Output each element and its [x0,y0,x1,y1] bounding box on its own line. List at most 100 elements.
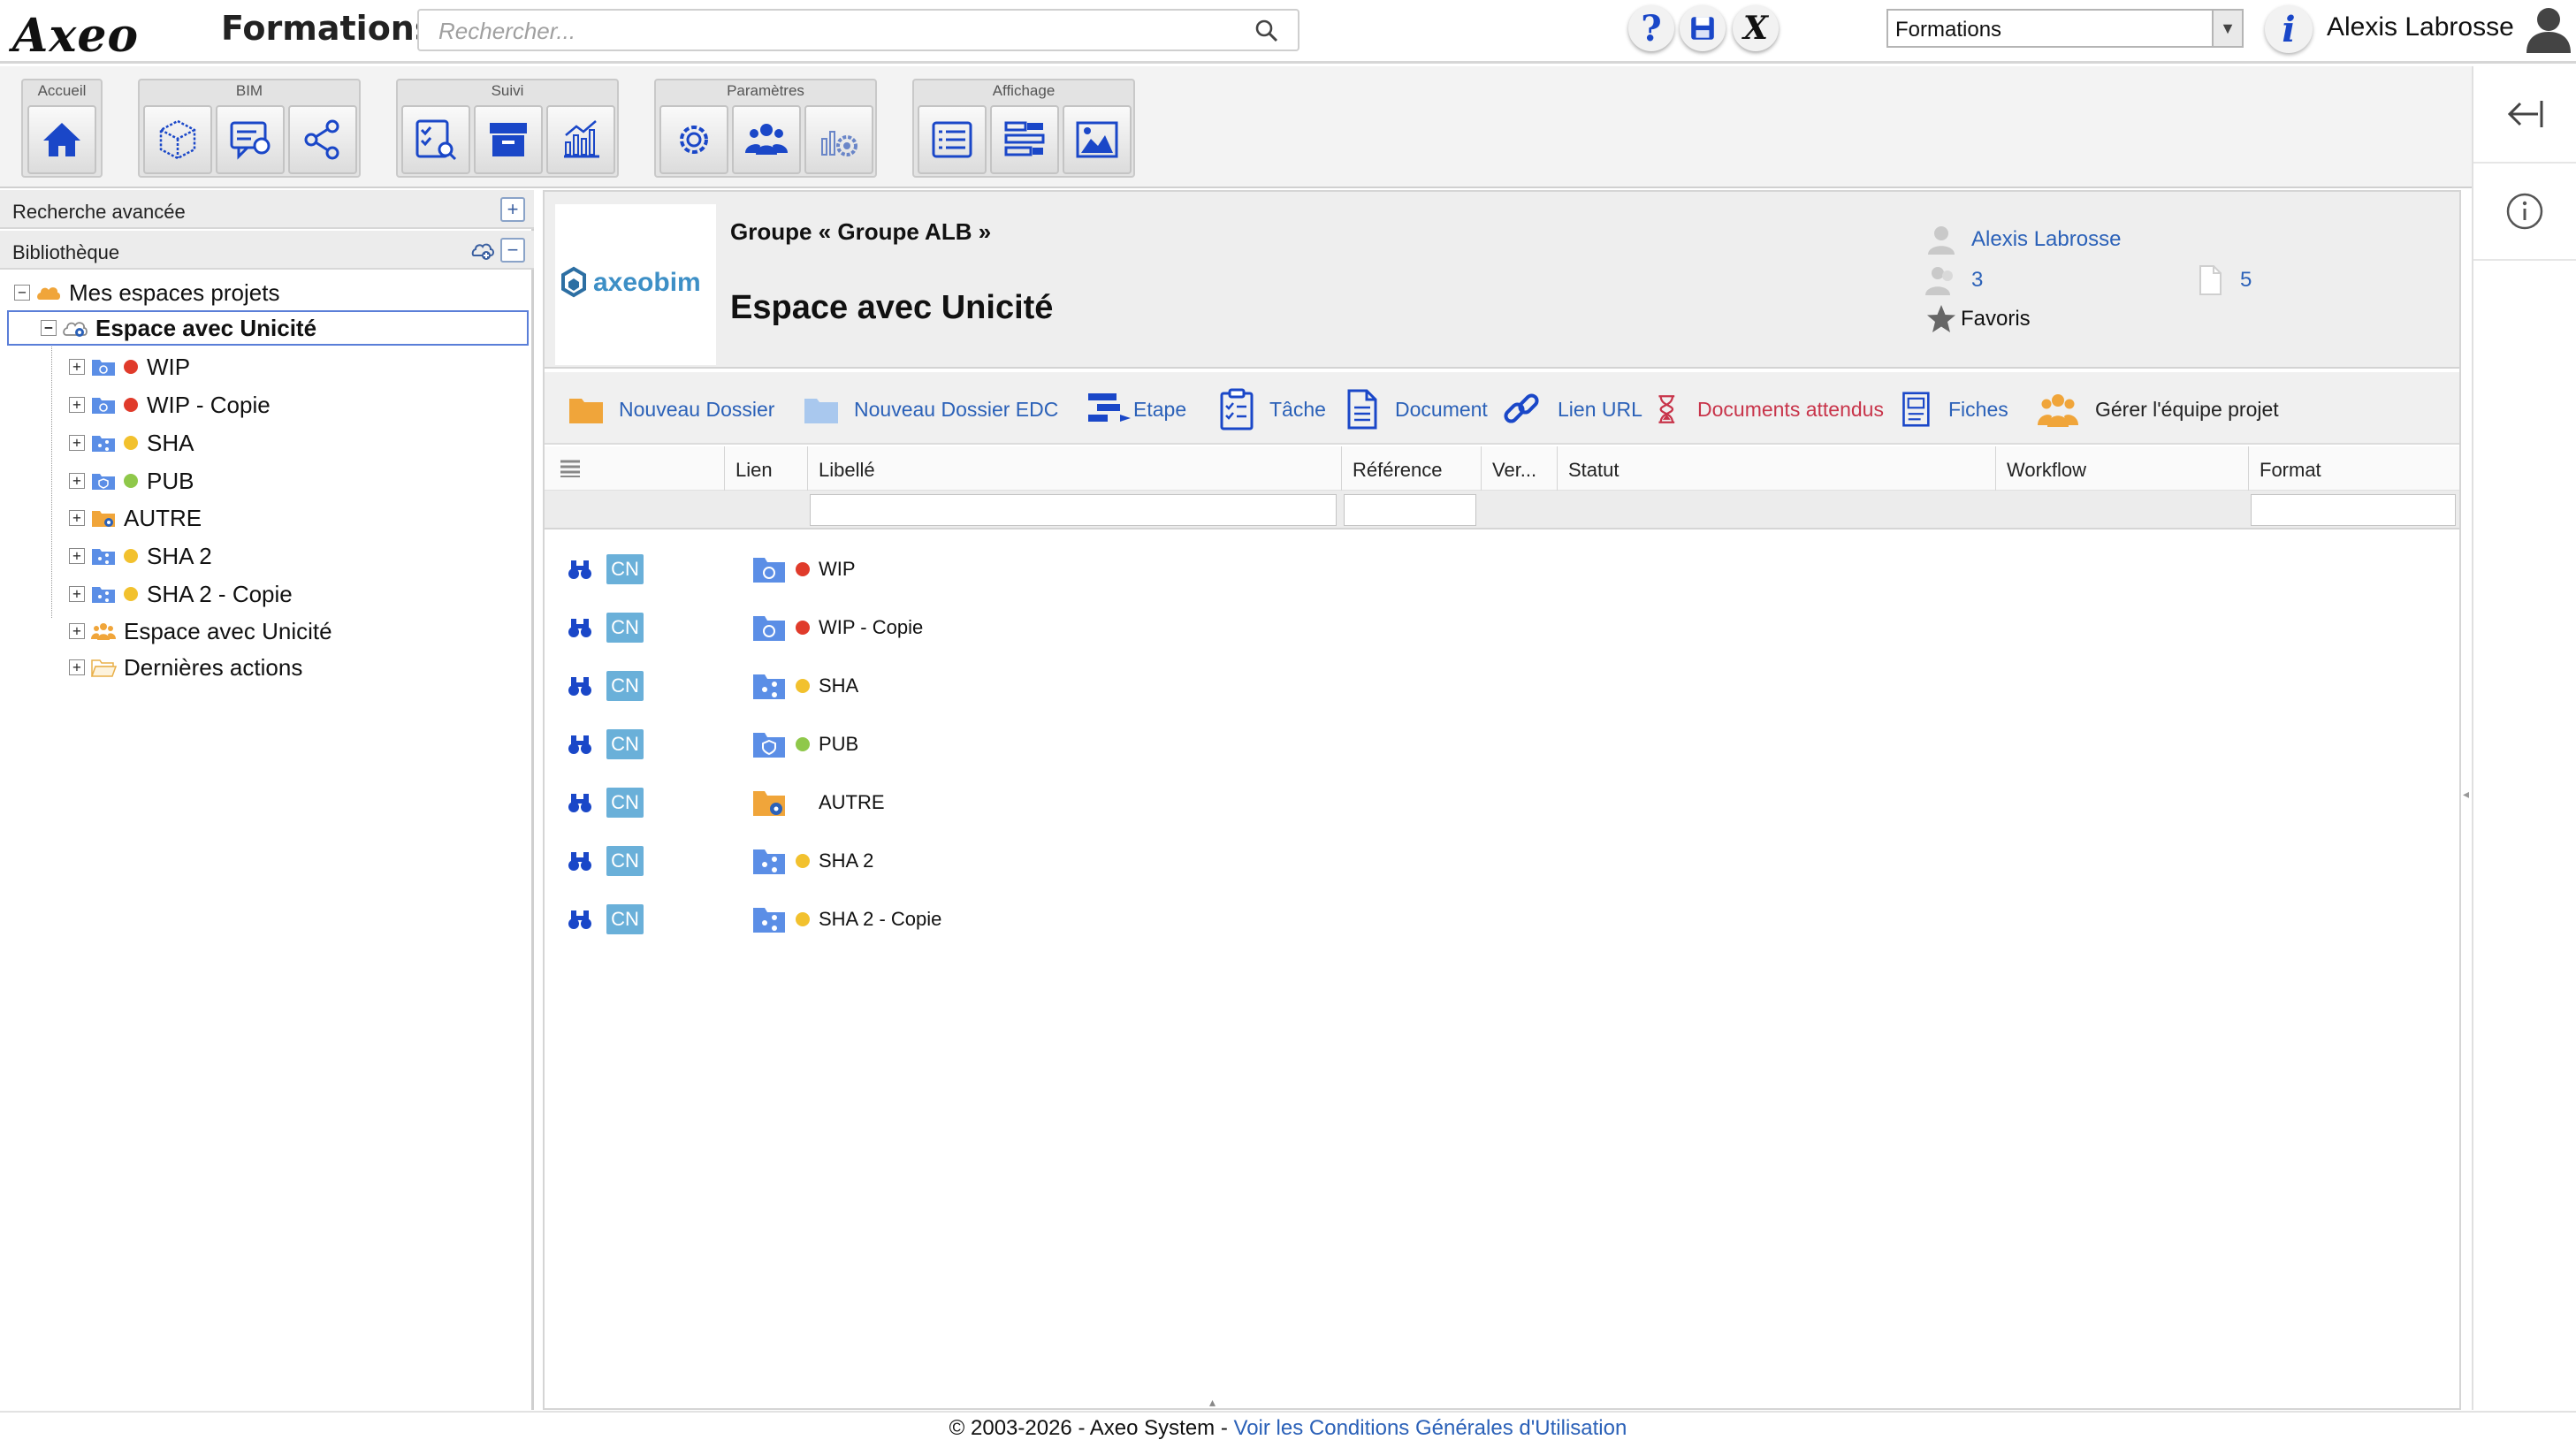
tree-item-sha2[interactable]: + SHA 2 [69,538,212,574]
table-row[interactable]: CN PUB [545,715,2459,773]
terms-link[interactable]: Voir les Conditions Générales d'Utilisat… [1234,1416,1627,1440]
cn-badge[interactable]: CN [606,846,644,876]
save-icon[interactable] [1680,5,1726,51]
user-avatar-icon[interactable] [2525,4,2572,55]
collapse-minus-icon[interactable]: − [500,238,525,263]
space-owner[interactable]: Alexis Labrosse [1925,224,2121,255]
cn-badge[interactable]: CN [606,904,644,934]
column-header-format[interactable]: Format [2249,446,2459,491]
search-icon[interactable] [1255,19,1278,42]
column-header-workflow[interactable]: Workflow [1996,446,2249,491]
users-button[interactable] [732,105,801,174]
expand-toggle[interactable]: + [69,586,85,602]
search-input[interactable] [438,16,1234,46]
tree-item-autre[interactable]: + AUTRE [69,500,202,536]
info-icon[interactable]: i [2265,5,2313,53]
column-header-reference[interactable]: Référence [1342,446,1482,491]
home-button[interactable] [27,105,96,174]
statistics-button[interactable] [546,105,615,174]
collapse-toggle[interactable]: − [14,285,30,301]
bim-model-button[interactable] [143,105,212,174]
advanced-search-header[interactable]: Recherche avancée + [0,190,534,229]
task-search-button[interactable] [401,105,470,174]
image-view-button[interactable] [1063,105,1132,174]
tree-root[interactable]: − Mes espaces projets [14,275,279,310]
tree-item-pub[interactable]: + PUB [69,463,194,499]
column-header-status[interactable]: Statut [1558,446,1996,491]
details-button[interactable] [2473,164,2576,261]
expand-toggle[interactable]: + [69,623,85,639]
footer-splitter-handle[interactable]: ▴ [1209,1395,1216,1410]
members-count[interactable]: 3 [1925,264,1983,296]
table-row[interactable]: CN SHA [545,657,2459,715]
cn-badge[interactable]: CN [606,613,644,643]
format-filter-input[interactable] [2251,494,2456,526]
help-icon[interactable]: ? [1628,5,1674,51]
axeo-icon[interactable]: X [1733,5,1779,51]
table-row[interactable]: CN SHA 2 - Copie [545,890,2459,948]
collapse-panel-button[interactable] [2473,66,2576,164]
bim-share-button[interactable] [288,105,357,174]
list-view-button[interactable] [918,105,987,174]
binoculars-icon[interactable] [568,791,592,814]
binoculars-icon[interactable] [568,558,592,581]
column-header-link[interactable]: Lien [725,446,808,491]
panel-splitter-handle[interactable]: ◂ [2463,787,2470,813]
favorites-toggle[interactable]: Favoris [1925,303,2031,335]
binoculars-icon[interactable] [568,908,592,931]
documents-count[interactable]: 5 [2194,264,2252,296]
table-row[interactable]: CN AUTRE [545,773,2459,832]
reference-filter-input[interactable] [1344,494,1476,526]
cn-badge[interactable]: CN [606,788,644,818]
expand-toggle[interactable]: + [69,659,85,675]
settings-button[interactable] [659,105,728,174]
form-view-button[interactable] [990,105,1059,174]
tree-item-recent-actions[interactable]: + Dernières actions [69,650,302,685]
expand-toggle[interactable]: + [69,548,85,564]
binoculars-icon[interactable] [568,616,592,639]
url-link-button[interactable]: Lien URL [1498,388,1642,430]
expand-toggle[interactable]: + [69,397,85,413]
cn-badge[interactable]: CN [606,729,644,759]
tree-item-wip[interactable]: + WIP [69,349,190,385]
sheets-button[interactable]: Fiches [1901,388,2008,430]
tree-item-space[interactable]: − Espace avec Unicité [7,310,529,346]
expand-toggle[interactable]: + [69,473,85,489]
expand-toggle[interactable]: + [69,359,85,375]
expected-documents-button[interactable]: Documents attendus [1655,388,1884,430]
expand-toggle[interactable]: + [69,510,85,526]
chart-settings-button[interactable] [804,105,873,174]
label-filter-input[interactable] [810,494,1337,526]
binoculars-icon[interactable] [568,733,592,756]
space-select[interactable]: Formations ▼ [1886,9,2244,48]
column-menu[interactable] [545,446,725,491]
cn-badge[interactable]: CN [606,554,644,584]
new-edc-folder-button[interactable]: Nouveau Dossier EDC [801,388,1058,430]
new-folder-button[interactable]: Nouveau Dossier [566,388,774,430]
tree-item-wip-copy[interactable]: + WIP - Copie [69,387,271,423]
step-button[interactable]: Etape [1082,388,1186,430]
tree-item-team[interactable]: + Espace avec Unicité [69,613,332,649]
tree-item-sha2-copy[interactable]: + SHA 2 - Copie [69,576,293,612]
user-name[interactable]: Alexis Labrosse [2327,12,2514,42]
expand-toggle[interactable]: + [69,435,85,451]
expand-plus-icon[interactable]: + [500,197,525,222]
document-button[interactable]: Document [1342,388,1488,430]
manage-team-button[interactable]: Gérer l'équipe projet [2033,388,2279,430]
task-button[interactable]: Tâche [1216,388,1326,430]
tree-item-sha[interactable]: + SHA [69,425,194,461]
binoculars-icon[interactable] [568,849,592,872]
binoculars-icon[interactable] [568,674,592,697]
archive-button[interactable] [474,105,543,174]
collapse-toggle[interactable]: − [41,320,57,336]
axeo-logo[interactable]: Axeo [12,9,139,63]
column-header-label[interactable]: Libellé [808,446,1342,491]
table-row[interactable]: CN WIP [545,540,2459,598]
chevron-down-icon[interactable]: ▼ [2212,11,2242,46]
column-header-version[interactable]: Ver... [1482,446,1558,491]
bim-issues-button[interactable] [216,105,285,174]
cn-badge[interactable]: CN [606,671,644,701]
add-space-icon[interactable] [470,238,495,263]
table-row[interactable]: CN SHA 2 [545,832,2459,890]
table-row[interactable]: CN WIP - Copie [545,598,2459,657]
